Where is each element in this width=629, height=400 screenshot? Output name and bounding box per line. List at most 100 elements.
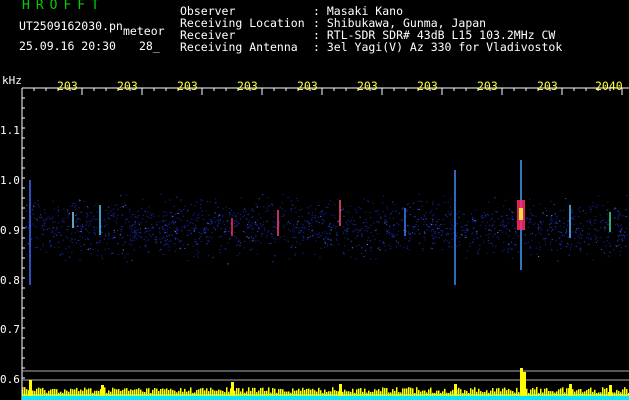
noise-dot [272,230,274,232]
noise-dot [36,226,38,228]
noise-dot [511,216,513,217]
noise-dot [201,200,203,202]
noise-dot [324,241,326,243]
noise-dot [128,221,130,223]
noise-dot [395,240,397,242]
noise-dot [414,233,416,235]
noise-dot [525,219,528,221]
amplitude-bar [540,388,542,396]
amplitude-bar [464,390,466,396]
noise-dot [137,216,139,218]
noise-dot [466,224,468,226]
noise-dot [179,240,181,242]
amplitude-bar [178,390,180,396]
noise-dot [307,237,309,239]
noise-dot [379,249,381,251]
noise-dot [432,220,434,222]
noise-dot [308,228,310,230]
noise-dot [620,230,623,231]
noise-dot [418,193,420,195]
noise-dot [225,248,227,250]
noise-dot [27,242,29,244]
noise-dot [309,205,312,207]
noise-dot [61,226,63,228]
noise-dot [108,211,110,213]
noise-dot [606,209,608,211]
y-tick-1.1: 1.1 [0,124,20,137]
noise-dot [614,245,616,247]
noise-dot [225,233,227,235]
noise-dot [555,240,557,242]
amplitude-bar [116,389,118,396]
noise-dot [358,206,360,208]
noise-dot [550,230,552,232]
amplitude-bar [382,387,384,396]
noise-dot [170,212,172,214]
noise-dot [150,214,153,216]
noise-dot [217,226,219,228]
strong-echo-core [519,208,523,220]
noise-dot [494,197,496,199]
noise-dot [101,232,103,234]
noise-dot [506,228,508,230]
noise-dot [347,224,349,226]
noise-dot [566,224,568,226]
noise-dot [244,240,246,242]
noise-dot [432,203,434,205]
noise-dot [232,215,234,217]
noise-dot [57,209,59,211]
noise-dot [573,218,575,220]
noise-dot [320,215,322,217]
noise-dot [296,197,298,199]
noise-dot [242,215,244,217]
noise-dot [508,235,510,237]
noise-dot [197,220,199,222]
noise-dot [69,256,71,258]
noise-dot [590,237,592,239]
noise-dot [353,224,355,226]
noise-dot [181,230,183,232]
amplitude-bar [620,392,622,396]
noise-dot [488,201,490,203]
noise-dot [53,246,56,248]
noise-dot [200,207,202,209]
amplitude-bar [436,390,438,396]
noise-dot [273,210,275,212]
noise-dot [444,239,446,241]
noise-dot [67,237,69,239]
noise-dot [247,213,249,215]
noise-dot [596,237,598,239]
noise-dot [491,243,493,245]
amplitude-bar [140,389,142,396]
noise-dot [367,201,369,202]
noise-dot [47,216,49,218]
noise-dot [138,215,140,217]
amplitude-bar [94,390,96,396]
noise-dot [382,202,384,204]
noise-dot [512,224,514,226]
noise-dot [527,226,529,228]
noise-dot [472,216,474,218]
noise-dot [460,233,462,235]
noise-dot [90,220,92,222]
noise-dot [590,239,592,240]
noise-dot [274,226,276,228]
noise-dot [194,205,196,207]
noise-dot [597,195,600,197]
amplitude-bar [278,389,280,396]
noise-dot [312,212,314,214]
noise-dot [546,229,549,231]
noise-dot [72,203,74,204]
noise-dot [71,238,73,240]
noise-dot [73,225,76,227]
noise-dot [412,232,414,234]
noise-dot [267,231,269,233]
noise-dot [296,223,298,225]
amplitude-bar [336,391,338,396]
noise-dot [211,222,213,224]
noise-dot [360,208,362,210]
noise-dot [577,241,579,243]
noise-dot [625,227,628,229]
noise-dot [275,238,277,240]
noise-dot [588,228,590,230]
